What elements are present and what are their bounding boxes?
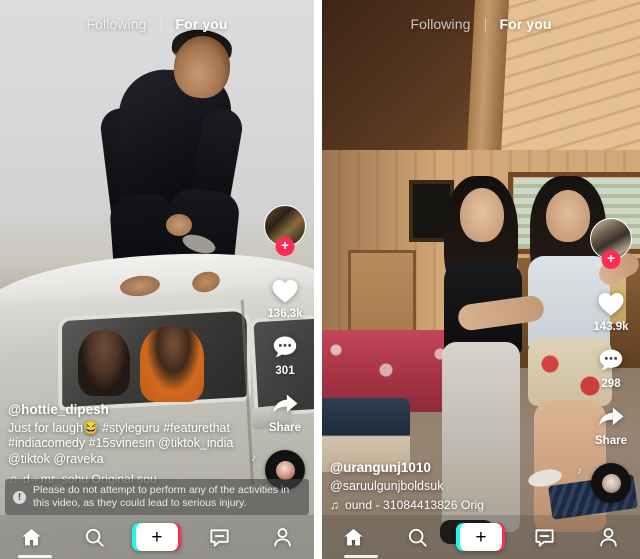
safety-warning-banner: ! Please do not attempt to perform any o… [5,479,309,515]
action-rail: + 136,3k 301 Share ♪ [251,205,306,490]
home-icon [22,528,41,545]
safety-warning-text: Please do not attempt to perform any of … [33,484,290,509]
post-description[interactable]: @saruulgunjboldsuk [330,479,578,493]
panel-divider [314,0,322,559]
creator-avatar-wrap[interactable]: + [590,218,632,269]
top-tab-bar: Following For you [0,16,314,32]
nav-profile[interactable] [260,520,306,554]
nav-inbox[interactable] [522,520,568,554]
bottom-nav-bar: + [322,515,640,559]
follow-button[interactable]: + [601,250,621,269]
nav-discover[interactable] [394,520,440,554]
share-label: Share [269,422,301,434]
phone-screen-right: Following For you + 143.9k 298 Share ♪ @… [322,0,640,559]
creator-avatar-wrap[interactable]: + [264,205,306,256]
tab-following[interactable]: Following [86,16,146,32]
home-indicator [18,555,52,558]
music-disc-art [275,460,295,480]
like-action[interactable]: 136,3k [267,273,303,320]
post-description: Just for laugh😂 #styleguru #featurethat … [8,420,234,466]
comment-icon[interactable] [268,330,302,364]
follow-button[interactable]: + [275,237,295,256]
share-action[interactable]: Share [268,387,302,434]
create-video-button[interactable]: + [456,523,506,551]
tab-separator [160,17,162,31]
share-action[interactable]: Share [594,400,628,447]
creator-handle[interactable]: @urangunj1010 [330,460,578,475]
nav-inbox[interactable] [197,520,243,554]
music-note-icon: ♫ [330,498,339,512]
tab-for-you[interactable]: For you [176,16,228,32]
search-icon [85,528,104,547]
music-disc[interactable]: ♪ [577,463,631,503]
heart-icon[interactable] [268,273,302,307]
share-arrow-icon[interactable] [594,400,628,434]
nav-create[interactable]: + [132,520,182,554]
nav-create[interactable]: + [456,520,506,554]
comment-count: 298 [601,378,621,390]
top-tab-bar: Following For you [322,16,640,32]
comment-action[interactable]: 301 [268,330,302,377]
share-label: Share [595,435,627,447]
home-indicator [344,555,378,558]
nav-home[interactable] [331,520,377,554]
caption-block: @hottie_dipesh Just for laugh😂 #stylegur… [8,402,252,487]
comment-count: 301 [275,365,295,377]
tab-separator [484,17,486,31]
music-title: ound - 31084413826 Orig [345,498,485,512]
person-icon [274,527,291,547]
exclamation-circle-icon: ! [13,490,26,504]
bottom-nav-bar: + [0,515,314,559]
home-icon [344,528,363,545]
search-icon [408,528,427,547]
plus-icon: + [475,526,487,548]
nav-home[interactable] [8,520,54,554]
message-icon [210,528,229,547]
ui-overlay-left: Following For you + 136,3k 301 Share ♪ @… [0,0,314,559]
nav-profile[interactable] [585,520,631,554]
comment-icon[interactable] [594,343,628,377]
ui-overlay-right: Following For you + 143.9k 298 Share ♪ @… [322,0,640,559]
heart-icon[interactable] [594,286,628,320]
message-icon [535,528,554,547]
dual-screenshot-container: Following For you + 136,3k 301 Share ♪ @… [0,0,640,559]
create-video-button[interactable]: + [132,523,182,551]
tab-following[interactable]: Following [410,16,470,32]
action-rail: + 143.9k 298 Share ♪ [577,218,632,503]
like-count: 136,3k [267,308,303,320]
music-row[interactable]: ♫ ound - 31084413826 Orig [330,498,578,512]
phone-screen-left: Following For you + 136,3k 301 Share ♪ @… [0,0,314,559]
caption-block: @urangunj1010 @saruulgunjboldsuk ♫ ound … [330,460,578,512]
plus-icon: + [151,526,163,548]
creator-handle[interactable]: @hottie_dipesh [8,402,252,417]
person-icon [599,527,617,547]
nav-discover[interactable] [71,520,117,554]
comment-action[interactable]: 298 [594,343,628,390]
tab-for-you[interactable]: For you [500,16,552,32]
like-action[interactable]: 143.9k [593,286,629,333]
like-count: 143.9k [593,321,629,333]
share-arrow-icon[interactable] [268,387,302,421]
music-disc-art [601,473,621,493]
